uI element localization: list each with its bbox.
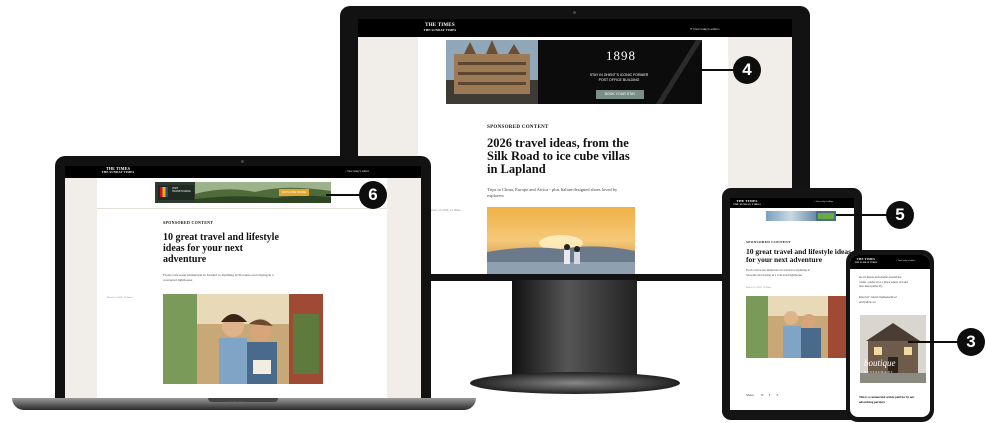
flag-icon <box>160 187 168 197</box>
standfirst-line2: converted lighthouse <box>163 278 193 282</box>
todays-edition-label: View today's edition <box>347 170 370 173</box>
laptop-ad-divider <box>97 208 387 209</box>
laptop-topbar: THE TIMES THE SUNDAY TIMES ⌕ View today'… <box>65 166 421 178</box>
callout-6-line <box>326 194 360 196</box>
ad-tagline-line2: POST OFFICE BUILDING <box>598 78 640 82</box>
twitter-share-icon[interactable]: ✕ <box>776 393 779 397</box>
article-standfirst: From cold-water immersion in Iceland to … <box>746 268 854 277</box>
search-icon: ⌕ <box>690 26 693 31</box>
headline-line3: in Lapland <box>487 162 546 176</box>
share-label: Share <box>746 393 755 397</box>
site-logo[interactable]: THE TIMES THE SUNDAY TIMES <box>732 199 762 206</box>
callout-5-line <box>836 214 888 216</box>
hotel-building-image <box>446 40 538 104</box>
ad-book-button[interactable]: BOOK YOUR STAY <box>596 90 644 99</box>
laptop-transylvania-ad[interactable]: VISIT TRANSYLVANIA EXPLORE MORE <box>155 182 331 203</box>
article-headline[interactable]: 2026 travel ideas, from the Silk Road to… <box>487 137 687 176</box>
headline-line2: for your next adventure <box>746 255 823 264</box>
article-standfirst: From cold-water immersion in Iceland to … <box>163 273 343 283</box>
share-row: Share ✉ f ✕ <box>746 393 779 397</box>
logo-line1: THE TIMES <box>856 257 876 261</box>
phone-device: THE TIMES THE SUNDAY TIMES ⌕ View today'… <box>846 250 934 422</box>
phone-screen: THE TIMES THE SUNDAY TIMES ⌕ View today'… <box>850 255 930 417</box>
todays-edition-link[interactable]: ⌕ View today's edition <box>690 26 719 31</box>
sunset-couple-image <box>487 207 635 274</box>
site-logo[interactable]: THE TIMES THE SUNDAY TIMES <box>420 23 460 32</box>
image-text1: boutique <box>864 358 896 368</box>
site-logo[interactable]: THE TIMES THE SUNDAY TIMES <box>853 257 879 265</box>
monitor-foot <box>470 372 680 394</box>
callout-badge-6: 6 <box>359 181 387 209</box>
article-byline: March 15 2026, 12:00am <box>746 286 772 289</box>
logo-line2: THE SUNDAY TIMES <box>854 261 878 264</box>
image-overlay-text: boutique RESTAURANT <box>864 359 896 377</box>
ad-diagonal-stripe <box>656 40 702 104</box>
tablet-ad-image <box>766 211 816 221</box>
ad-explore-button[interactable]: EXPLORE MORE <box>279 189 309 196</box>
standfirst-line2: Slovenia and staying in a converted ligh… <box>746 272 802 277</box>
article-headline[interactable]: 10 great travel and lifestyle ideas for … <box>746 248 854 264</box>
monitor-hotel-ad[interactable]: 1898 STAY IN GHENT'S ICONIC FORMER POST … <box>446 40 702 104</box>
standfirst-line2: explorers <box>487 193 504 198</box>
sponsored-label: SPONSORED CONTENT <box>487 125 549 130</box>
couple-street-image <box>163 294 323 384</box>
headline-line3: adventure <box>163 254 207 265</box>
todays-edition-label: View today's edition <box>815 201 834 203</box>
laptop-model-label: MacBook Pro <box>228 400 247 404</box>
phone-topbar: THE TIMES THE SUNDAY TIMES ⌕ View today'… <box>850 255 930 269</box>
article-headline[interactable]: 10 great travel and lifestyle ideas for … <box>163 232 343 265</box>
tablet-device: THE TIMES THE SUNDAY TIMES ⌕ View today'… <box>722 188 862 420</box>
monitor-camera <box>573 11 576 14</box>
couple-street-image <box>746 296 850 358</box>
transylvania-landscape-image <box>195 182 331 203</box>
todays-edition-link[interactable]: ⌕ View today's edition <box>896 260 915 262</box>
todays-edition-label: View today's edition <box>897 260 916 262</box>
tablet-screen: THE TIMES THE SUNDAY TIMES ⌕ View today'… <box>730 198 854 410</box>
callout-4-line <box>683 69 735 71</box>
footer-line2: advertising partners <box>859 399 886 404</box>
phone-body-text: an art-meets-tech theme around the castl… <box>859 275 927 289</box>
todays-edition-link[interactable]: ⌕ View today's edition <box>814 201 833 203</box>
sponsored-label: SPONSORED CONTENT <box>746 240 791 244</box>
phone-credit-text: Discover Ghent Oudenaarde at and follow … <box>859 295 927 304</box>
sponsored-label: SPONSORED CONTENT <box>163 220 214 225</box>
ad-tagline-line1: STAY IN GHENT'S ICONIC FORMER <box>589 73 649 77</box>
image-text2: RESTAURANT <box>864 370 894 374</box>
callout-badge-5: 5 <box>886 201 914 229</box>
article-byline: January 10 2026, 12:00am <box>428 208 461 212</box>
body-line3: new meet perfectly. <box>859 284 883 288</box>
phone-footer-text: This is a commercial article paid for by… <box>859 395 929 404</box>
todays-edition-link[interactable]: ⌕ View today's edition <box>345 170 369 173</box>
logo-line2: THE SUNDAY TIMES <box>423 28 457 32</box>
headline-line2: ideas for your next <box>163 243 243 254</box>
logo-line2: THE SUNDAY TIMES <box>733 203 761 206</box>
tablet-ad[interactable] <box>766 211 836 221</box>
site-logo[interactable]: THE TIMES THE SUNDAY TIMES <box>101 167 135 174</box>
article-byline: March 15 2026, 12:00am <box>107 296 133 299</box>
email-share-icon[interactable]: ✉ <box>761 393 764 397</box>
callout-3-line <box>908 341 960 343</box>
facebook-share-icon[interactable]: f <box>769 393 770 397</box>
callout-badge-3: 3 <box>957 328 985 356</box>
credit-line2: and follow on <box>859 299 876 304</box>
ad-hotel-logo: 1898 <box>606 48 636 63</box>
monitor-topbar: THE TIMES THE SUNDAY TIMES ⌕ View today'… <box>358 19 792 37</box>
tablet-topbar: THE TIMES THE SUNDAY TIMES ⌕ View today'… <box>730 198 854 208</box>
laptop-camera <box>241 160 244 163</box>
todays-edition-label: View today's edition <box>693 27 720 31</box>
monitor-neck <box>512 280 637 380</box>
tablet-ad-button[interactable] <box>818 213 834 219</box>
logo-line2: THE SUNDAY TIMES <box>101 170 135 174</box>
callout-badge-4: 4 <box>733 56 761 84</box>
transylvania-brand: VISIT TRANSYLVANIA <box>158 185 194 200</box>
article-standfirst: Trips to China, Europe and Africa - plus… <box>487 187 687 199</box>
headline-line1: 10 great travel and lifestyle <box>163 232 279 243</box>
